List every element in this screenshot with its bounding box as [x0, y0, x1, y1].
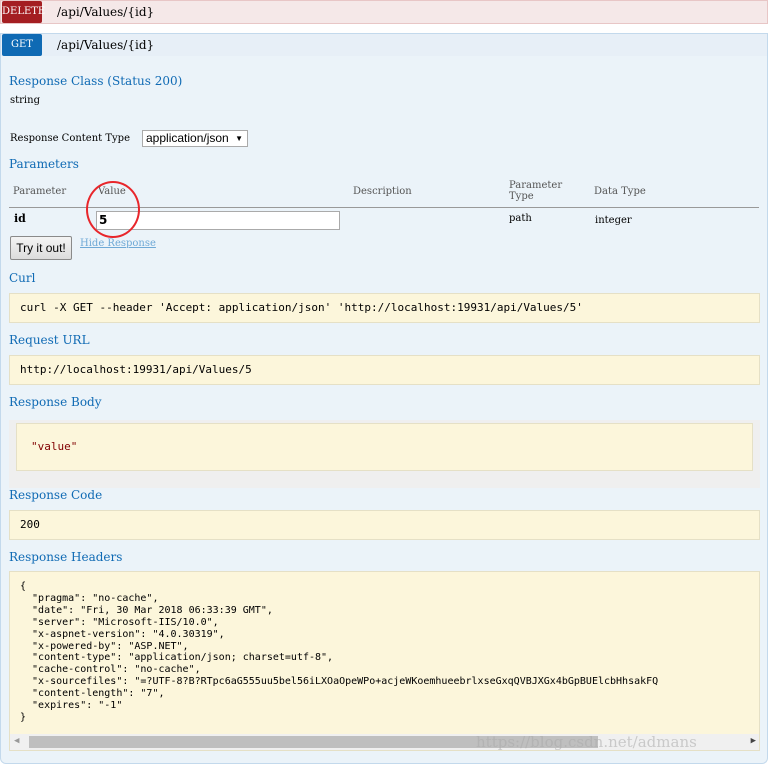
curl-command: curl -X GET --header 'Accept: applicatio… — [20, 301, 583, 314]
request-url-value: http://localhost:19931/api/Values/5 — [20, 363, 252, 376]
parameters-heading: Parameters — [9, 157, 79, 171]
response-headers-text: { "pragma": "no-cache", "date": "Fri, 30… — [20, 581, 659, 723]
request-url-heading: Request URL — [9, 333, 90, 347]
request-url-block: http://localhost:19931/api/Values/5 — [9, 355, 760, 385]
content-type-label: Response Content Type — [10, 133, 130, 144]
scroll-left-icon[interactable]: ◀ — [14, 736, 19, 746]
curl-heading: Curl — [9, 271, 36, 285]
response-class-heading: Response Class (Status 200) — [9, 74, 183, 88]
delete-operation-header[interactable]: DELETE /api/Values/{id} — [0, 0, 768, 24]
response-headers-block: { "pragma": "no-cache", "date": "Fri, 30… — [9, 571, 760, 751]
column-header-parameter-type: Parameter Type — [509, 180, 563, 202]
get-operation-header[interactable]: GET /api/Values/{id} — [0, 33, 768, 57]
param-type: path — [509, 213, 532, 224]
param-id-input[interactable]: 5 — [96, 211, 340, 230]
dropdown-arrow-icon: ▼ — [235, 134, 243, 143]
try-it-out-button[interactable]: Try it out! — [10, 236, 72, 260]
response-body-heading: Response Body — [9, 395, 102, 409]
column-header-data-type: Data Type — [594, 186, 646, 197]
response-body-value: "value" — [31, 440, 78, 453]
curl-block: curl -X GET --header 'Accept: applicatio… — [9, 293, 760, 323]
column-header-description: Description — [353, 186, 412, 197]
param-data-type: integer — [595, 215, 632, 226]
column-header-parameter: Parameter — [13, 186, 67, 197]
response-body-block: "value" — [16, 423, 753, 471]
param-name: id — [14, 212, 26, 225]
delete-operation-path[interactable]: /api/Values/{id} — [57, 5, 154, 19]
response-code-heading: Response Code — [9, 488, 103, 502]
response-code-value: 200 — [20, 518, 40, 531]
response-code-block: 200 — [9, 510, 760, 540]
content-type-select[interactable]: application/json ▼ — [142, 130, 248, 147]
hide-response-link[interactable]: Hide Response — [80, 238, 156, 249]
get-method-badge[interactable]: GET — [2, 34, 42, 56]
watermark: https://blog.csdn.net/admans — [476, 733, 697, 751]
get-operation-path[interactable]: /api/Values/{id} — [57, 38, 154, 52]
response-class-type: string — [10, 95, 40, 106]
get-operation-body: Response Class (Status 200) string Respo… — [0, 56, 768, 764]
response-body-wrapper: "value" — [9, 420, 760, 488]
column-header-value: Value — [98, 186, 126, 197]
content-type-selected: application/json — [146, 131, 229, 145]
table-divider — [9, 207, 759, 208]
delete-method-badge[interactable]: DELETE — [2, 1, 45, 23]
scroll-right-icon[interactable]: ▶ — [751, 736, 756, 746]
response-headers-heading: Response Headers — [9, 550, 123, 564]
